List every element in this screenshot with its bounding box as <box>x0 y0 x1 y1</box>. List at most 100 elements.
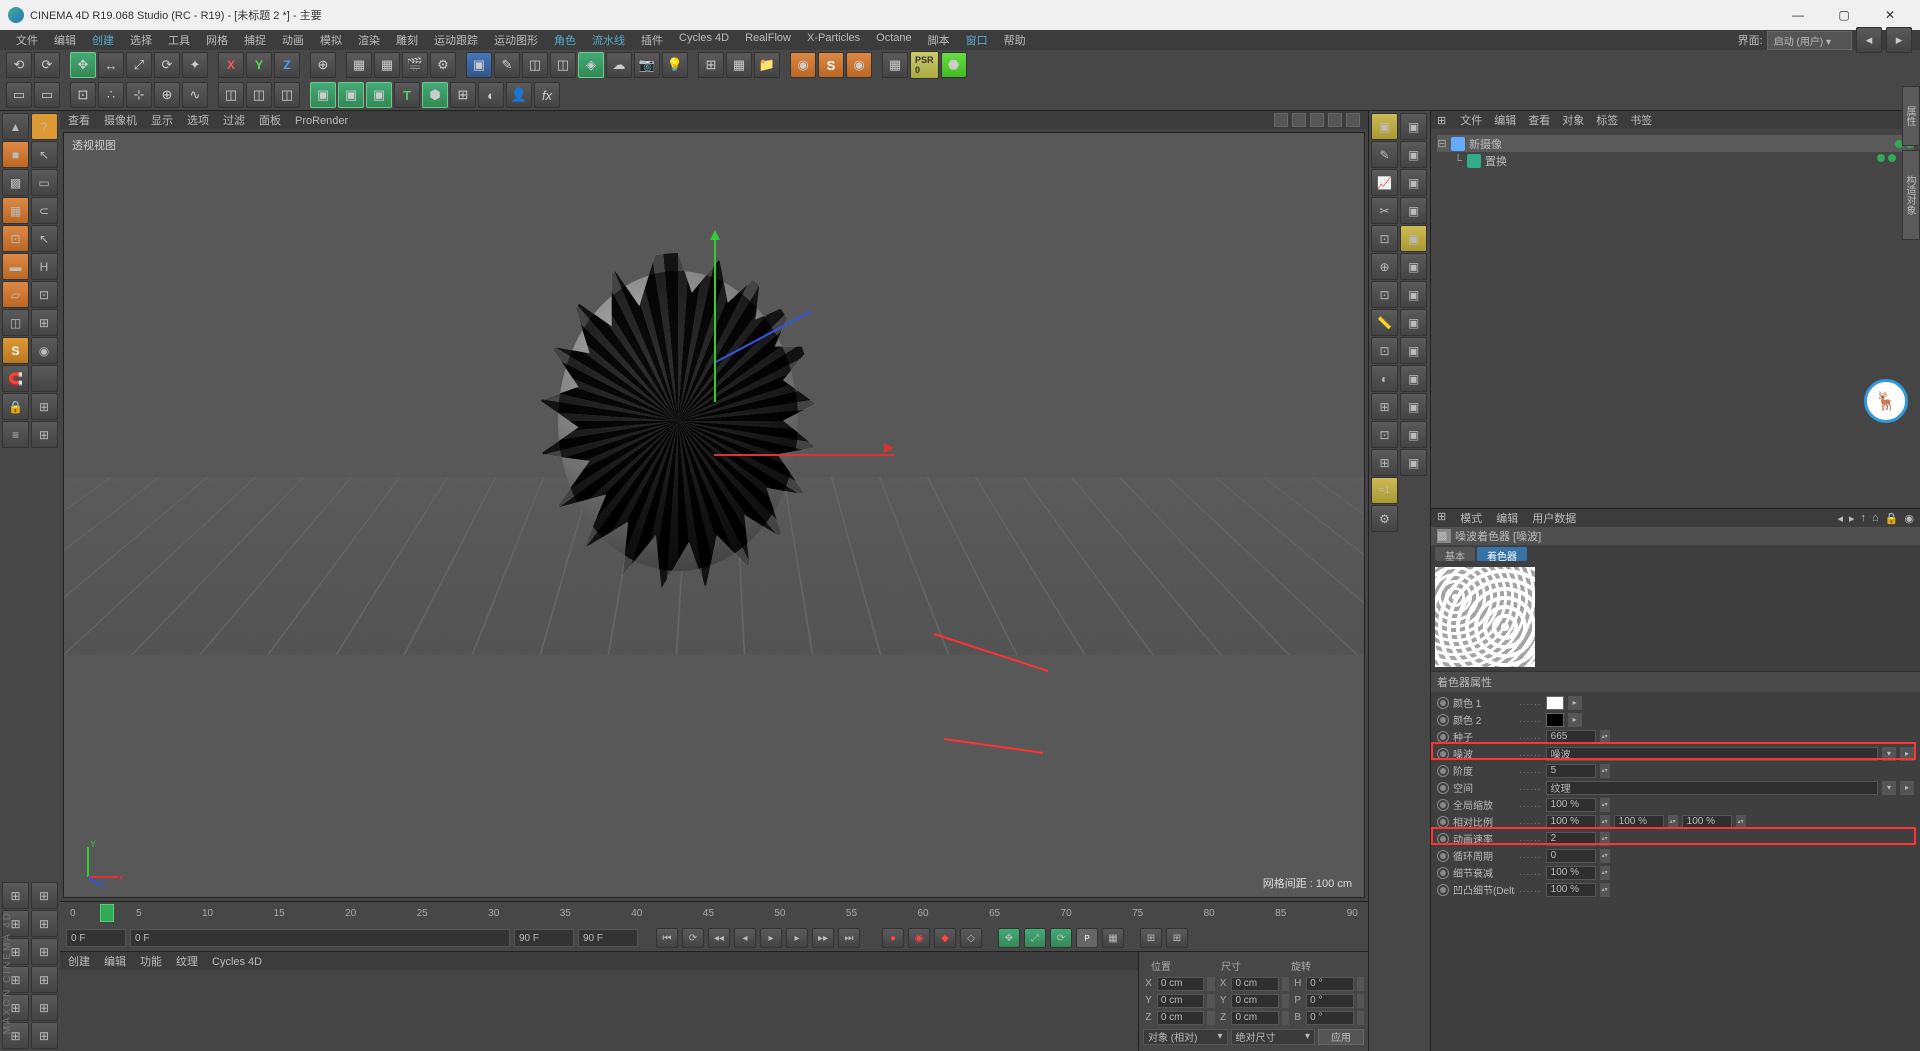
attr-value-field[interactable]: 100 % <box>1546 866 1596 880</box>
snap-1[interactable]: ⊡ <box>70 82 96 108</box>
grid-8[interactable]: ⊞ <box>31 966 58 993</box>
palette-button-23[interactable]: ▣ <box>1400 421 1427 448</box>
keysel-button[interactable]: ◇ <box>960 928 982 948</box>
octane-pv-button[interactable]: ◉ <box>846 52 872 78</box>
menu-模拟[interactable]: 模拟 <box>312 30 350 50</box>
spinner-icon[interactable]: ▴▾ <box>1736 815 1746 829</box>
material-tab-创建[interactable]: 创建 <box>68 956 90 968</box>
tool-c[interactable]: ⊞ <box>31 309 58 336</box>
mograph-4[interactable]: ⬢ <box>422 82 448 108</box>
material-tab-功能[interactable]: 功能 <box>140 956 162 968</box>
s-icon[interactable]: S <box>2 337 29 364</box>
camera-button[interactable]: 📷 <box>634 52 660 78</box>
octane-button[interactable]: ◉ <box>790 52 816 78</box>
close-button[interactable]: ✕ <box>1868 2 1912 28</box>
grid-10[interactable]: ⊞ <box>31 994 58 1021</box>
vp-menu-面板[interactable]: 面板 <box>259 115 281 127</box>
coord-size-dropdown[interactable]: 绝对尺寸▾ <box>1231 1029 1316 1045</box>
spinner-icon[interactable]: ▴▾ <box>1600 798 1610 812</box>
frame-start-field[interactable]: 0 F <box>66 929 126 947</box>
menu-网格[interactable]: 网格 <box>198 30 236 50</box>
menu-Cycles 4D[interactable]: Cycles 4D <box>671 30 737 50</box>
coord-system-button[interactable]: ⊕ <box>310 52 336 78</box>
size-field[interactable]: 0 cm <box>1231 977 1279 991</box>
vp-nav-1[interactable] <box>1274 113 1288 127</box>
palette-button-11[interactable]: ▣ <box>1400 253 1427 280</box>
obj-tab-查看[interactable]: 查看 <box>1528 115 1550 127</box>
anim-bullet-icon[interactable] <box>1437 884 1449 896</box>
object-manager[interactable]: ⊟ 新摄像 └ 置换 ✔ 🦌 <box>1431 129 1920 509</box>
attr-tab-着色器[interactable]: 着色器 <box>1477 547 1527 561</box>
spinner-icon[interactable]: ▴▾ <box>1600 832 1610 846</box>
palette-button-24[interactable]: ⊞ <box>1371 449 1398 476</box>
render-settings-button[interactable]: ⚙ <box>430 52 456 78</box>
menu-雕刻[interactable]: 雕刻 <box>388 30 426 50</box>
fx-button[interactable]: fx <box>534 82 560 108</box>
recent-tool[interactable]: ✦ <box>182 52 208 78</box>
coord-mode-dropdown[interactable]: 对象 (相对)▾ <box>1143 1029 1228 1045</box>
tool-a[interactable]: ⊡ <box>31 281 58 308</box>
menu-流水线[interactable]: 流水线 <box>584 30 633 50</box>
next-key-button[interactable]: ▸▸ <box>812 928 834 948</box>
menu-Octane[interactable]: Octane <box>868 30 919 50</box>
workplane-1[interactable]: ◫ <box>218 82 244 108</box>
dopetrack-button[interactable]: ⊞ <box>1166 928 1188 948</box>
palette-button-19[interactable]: ▣ <box>1400 365 1427 392</box>
attr-mode-menu[interactable]: 模式 <box>1460 510 1482 526</box>
obj-tab-标签[interactable]: 标签 <box>1596 115 1618 127</box>
color-picker-button[interactable]: ▸ <box>1568 713 1582 727</box>
snap-2[interactable]: ∴ <box>98 82 124 108</box>
attr-value-field[interactable]: 665 <box>1546 730 1596 744</box>
frame-slider[interactable]: 0 F <box>130 929 510 947</box>
menu-RealFlow[interactable]: RealFlow <box>737 30 799 50</box>
rot-key-button[interactable]: ⟳ <box>1050 928 1072 948</box>
record-button[interactable]: ● <box>882 928 904 948</box>
color-picker-button[interactable]: ▸ <box>1568 696 1582 710</box>
spinner-icon[interactable] <box>1282 1011 1289 1025</box>
rot-field[interactable]: 0 ° <box>1306 977 1354 991</box>
mograph-2[interactable]: ▣ <box>338 82 364 108</box>
attr-value-field[interactable]: 100 % <box>1546 815 1596 829</box>
menu-窗口[interactable]: 窗口 <box>958 30 996 50</box>
pos-field[interactable]: 0 cm <box>1157 1011 1205 1025</box>
edge-mode[interactable]: ▬ <box>2 253 29 280</box>
grid-12[interactable]: ⊞ <box>31 1022 58 1049</box>
menu-X-Particles[interactable]: X-Particles <box>799 30 868 50</box>
sel-filter-1[interactable]: ▭ <box>6 82 32 108</box>
palette-button-14[interactable]: 📏 <box>1371 309 1398 336</box>
spinner-icon[interactable]: ▴▾ <box>1600 764 1610 778</box>
palette-button-7[interactable]: ▣ <box>1400 197 1427 224</box>
palette-button-6[interactable]: ✂ <box>1371 197 1398 224</box>
attr-value-field[interactable]: 100 % <box>1546 798 1596 812</box>
minimize-button[interactable]: — <box>1776 2 1820 28</box>
spinner-icon[interactable]: ▴▾ <box>1600 730 1610 744</box>
layout-next-button[interactable]: ▸ <box>1886 27 1912 53</box>
prev-frame-button[interactable]: ◂ <box>734 928 756 948</box>
goto-end-button[interactable]: ⏭ <box>838 928 860 948</box>
undo-button[interactable]: ⟲ <box>6 52 32 78</box>
render-picture-button[interactable]: 🎬 <box>402 52 428 78</box>
vp-menu-显示[interactable]: 显示 <box>151 115 173 127</box>
frame-end-field[interactable]: 90 F <box>514 929 574 947</box>
attr-back-button[interactable]: ◂ <box>1837 512 1843 525</box>
attr-dropdown[interactable]: 纹理 <box>1546 781 1878 795</box>
palette-button-4[interactable]: 📈 <box>1371 169 1398 196</box>
palette-button-0[interactable]: ▣ <box>1371 113 1398 140</box>
color-swatch[interactable] <box>1546 696 1564 710</box>
effector-2[interactable]: ◐ <box>478 82 504 108</box>
attr-up-button[interactable]: ↑ <box>1861 512 1867 525</box>
attr-value-field[interactable]: 0 <box>1546 849 1596 863</box>
spline-pen-button[interactable]: ✎ <box>494 52 520 78</box>
menu-插件[interactable]: 插件 <box>633 30 671 50</box>
rot-field[interactable]: 0 ° <box>1306 1011 1354 1025</box>
deformer-button[interactable]: ◈ <box>578 52 604 78</box>
live-select-tool[interactable]: ✥ <box>70 52 96 78</box>
vp-menu-查看[interactable]: 查看 <box>68 115 90 127</box>
grid-4[interactable]: ⊞ <box>31 910 58 937</box>
anim-bullet-icon[interactable] <box>1437 782 1449 794</box>
attr-value-field[interactable]: 100 % <box>1682 815 1732 829</box>
anim-bullet-icon[interactable] <box>1437 748 1449 760</box>
environment-button[interactable]: ☁ <box>606 52 632 78</box>
move-tool[interactable]: ↔ <box>98 52 124 78</box>
sel-filter-2[interactable]: ▭ <box>34 82 60 108</box>
